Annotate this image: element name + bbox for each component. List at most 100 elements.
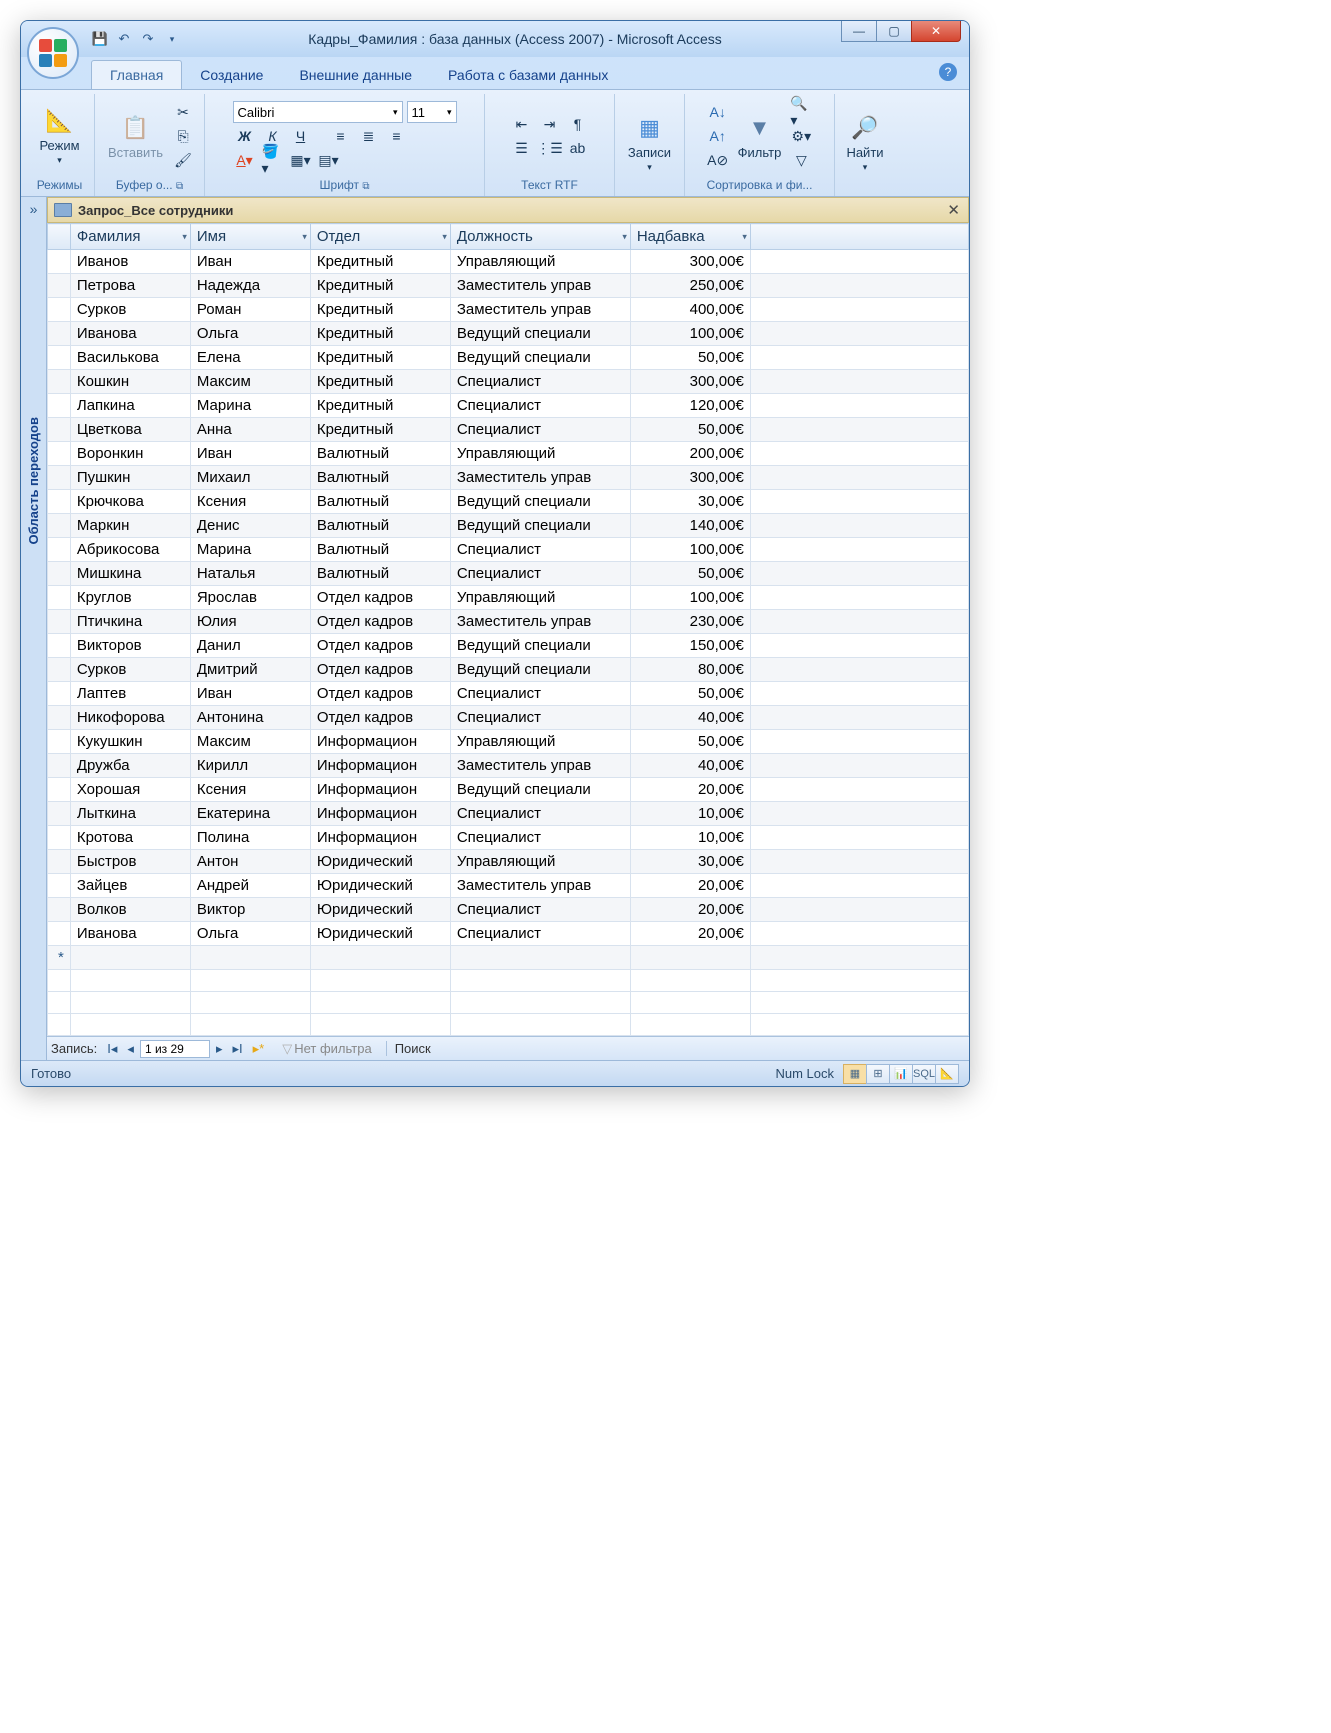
row-selector[interactable] [48,466,71,490]
cell[interactable]: Специалист [450,802,630,826]
table-row[interactable]: ИвановИванКредитныйУправляющий300,00€ [48,250,969,274]
cell[interactable]: 100,00€ [630,586,750,610]
pivot-table-view-icon[interactable]: ⊞ [866,1064,890,1084]
cell[interactable]: Специалист [450,418,630,442]
cell[interactable]: Специалист [450,538,630,562]
format-painter-icon[interactable]: 🖌 [171,149,195,171]
cell[interactable]: Отдел кадров [310,634,450,658]
clear-sort-icon[interactable]: A⊘ [706,149,730,171]
cell[interactable]: Управляющий [450,586,630,610]
cell[interactable]: Надежда [190,274,310,298]
cell[interactable]: Ведущий специали [450,490,630,514]
save-icon[interactable]: 💾 [91,30,109,48]
cell[interactable]: Кредитный [310,394,450,418]
table-row[interactable]: ПушкинМихаилВалютныйЗаместитель управ300… [48,466,969,490]
column-header[interactable]: Имя▾ [190,224,310,250]
help-icon[interactable]: ? [939,63,957,81]
cell[interactable]: 140,00€ [630,514,750,538]
row-selector[interactable] [48,514,71,538]
maximize-button[interactable]: ▢ [876,20,912,42]
cell[interactable]: Хорошая [70,778,190,802]
row-selector[interactable] [48,442,71,466]
fill-color-icon[interactable]: 🪣▾ [261,149,285,171]
cell[interactable]: Иванова [70,322,190,346]
row-selector[interactable] [48,730,71,754]
cell[interactable]: Василькова [70,346,190,370]
table-row[interactable]: ВоронкинИванВалютныйУправляющий200,00€ [48,442,969,466]
nav-expand-icon[interactable]: » [30,201,38,217]
highlight-icon[interactable]: ab [566,137,590,159]
table-row[interactable]: ВолковВикторЮридическийСпециалист20,00€ [48,898,969,922]
sql-view-icon[interactable]: SQL [912,1064,936,1084]
tab-home[interactable]: Главная [91,60,182,89]
row-selector[interactable] [48,490,71,514]
cell[interactable]: Ольга [190,322,310,346]
table-row[interactable]: ХорошаяКсенияИнформационВедущий специали… [48,778,969,802]
selection-filter-icon[interactable]: 🔍▾ [789,101,813,123]
row-selector[interactable] [48,898,71,922]
cell[interactable]: Специалист [450,826,630,850]
row-selector[interactable] [48,370,71,394]
cell[interactable]: Зайцев [70,874,190,898]
cell[interactable]: Дружба [70,754,190,778]
cell[interactable]: Данил [190,634,310,658]
tab-create[interactable]: Создание [182,61,281,89]
cell[interactable]: Специалист [450,706,630,730]
gridlines-icon[interactable]: ▦▾ [289,149,313,171]
font-color-icon[interactable]: A▾ [233,149,257,171]
cell[interactable]: Волков [70,898,190,922]
office-button[interactable] [27,27,79,79]
cell[interactable]: Петрова [70,274,190,298]
column-dropdown-icon[interactable]: ▾ [182,231,187,242]
cell[interactable]: Валютный [310,490,450,514]
cell[interactable]: Денис [190,514,310,538]
cell[interactable]: Юлия [190,610,310,634]
table-row[interactable]: СурковДмитрийОтдел кадровВедущий специал… [48,658,969,682]
table-row[interactable]: ЛаптевИванОтдел кадровСпециалист50,00€ [48,682,969,706]
cell[interactable]: Юридический [310,922,450,946]
cell[interactable]: Кирилл [190,754,310,778]
cell[interactable]: 50,00€ [630,730,750,754]
column-dropdown-icon[interactable]: ▾ [742,231,747,242]
cell[interactable]: Пушкин [70,466,190,490]
cell[interactable]: Отдел кадров [310,706,450,730]
cell[interactable]: 300,00€ [630,370,750,394]
cell[interactable]: Кредитный [310,418,450,442]
underline-button[interactable]: Ч [289,125,313,147]
cell[interactable]: Юридический [310,874,450,898]
cell[interactable]: Наталья [190,562,310,586]
close-button[interactable]: ✕ [911,20,961,42]
cell[interactable]: Специалист [450,394,630,418]
cell[interactable]: Заместитель управ [450,298,630,322]
decrease-indent-icon[interactable]: ⇤ [510,113,534,135]
cell[interactable]: Лаптев [70,682,190,706]
cell[interactable]: Ведущий специали [450,778,630,802]
row-selector[interactable] [48,826,71,850]
cell[interactable]: Ксения [190,490,310,514]
cell[interactable]: Заместитель управ [450,610,630,634]
cell[interactable]: Иван [190,250,310,274]
bullet-list-icon[interactable]: ⋮☰ [538,137,562,159]
cell[interactable]: 250,00€ [630,274,750,298]
cell[interactable]: Иван [190,682,310,706]
cell[interactable]: Викторов [70,634,190,658]
cell[interactable]: 300,00€ [630,250,750,274]
table-row[interactable]: ИвановаОльгаКредитныйВедущий специали100… [48,322,969,346]
cell[interactable]: Птичкина [70,610,190,634]
column-header[interactable]: Фамилия▾ [70,224,190,250]
cut-icon[interactable]: ✂ [171,101,195,123]
bold-button[interactable]: Ж [233,125,257,147]
row-selector[interactable] [48,298,71,322]
table-row[interactable]: КукушкинМаксимИнформационУправляющий50,0… [48,730,969,754]
cell[interactable]: 50,00€ [630,346,750,370]
cell[interactable]: Юридический [310,850,450,874]
new-row-selector[interactable] [48,946,71,970]
cell[interactable]: Сурков [70,298,190,322]
cell[interactable]: 50,00€ [630,562,750,586]
cell[interactable]: Информацион [310,802,450,826]
cell[interactable]: Сурков [70,658,190,682]
object-tab[interactable]: Запрос_Все сотрудники ✕ [47,197,969,223]
table-row[interactable]: ЦветковаАннаКредитныйСпециалист50,00€ [48,418,969,442]
first-record-icon[interactable]: I◂ [103,1041,121,1057]
new-record-row[interactable] [48,946,969,970]
